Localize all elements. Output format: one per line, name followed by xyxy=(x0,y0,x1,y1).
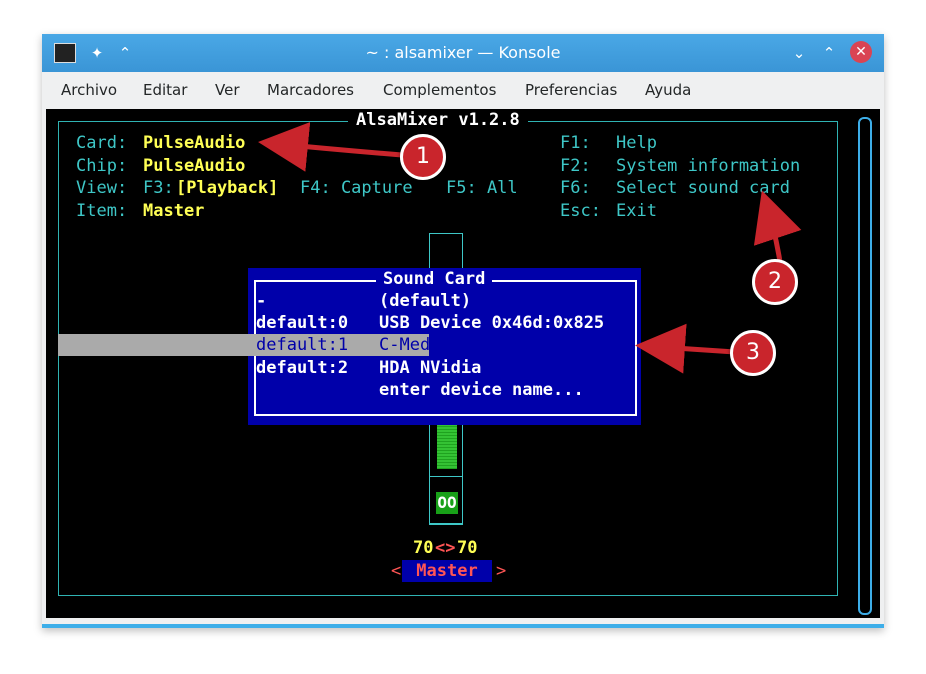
annotation-marker-3: 3 xyxy=(730,330,776,376)
annotation-marker-2: 2 xyxy=(752,259,798,305)
arrow-3 xyxy=(635,323,736,374)
arrow-2 xyxy=(753,190,802,263)
annotation-arrows xyxy=(258,121,802,374)
arrow-1 xyxy=(258,121,403,172)
annotation-marker-1: 1 xyxy=(400,134,446,180)
